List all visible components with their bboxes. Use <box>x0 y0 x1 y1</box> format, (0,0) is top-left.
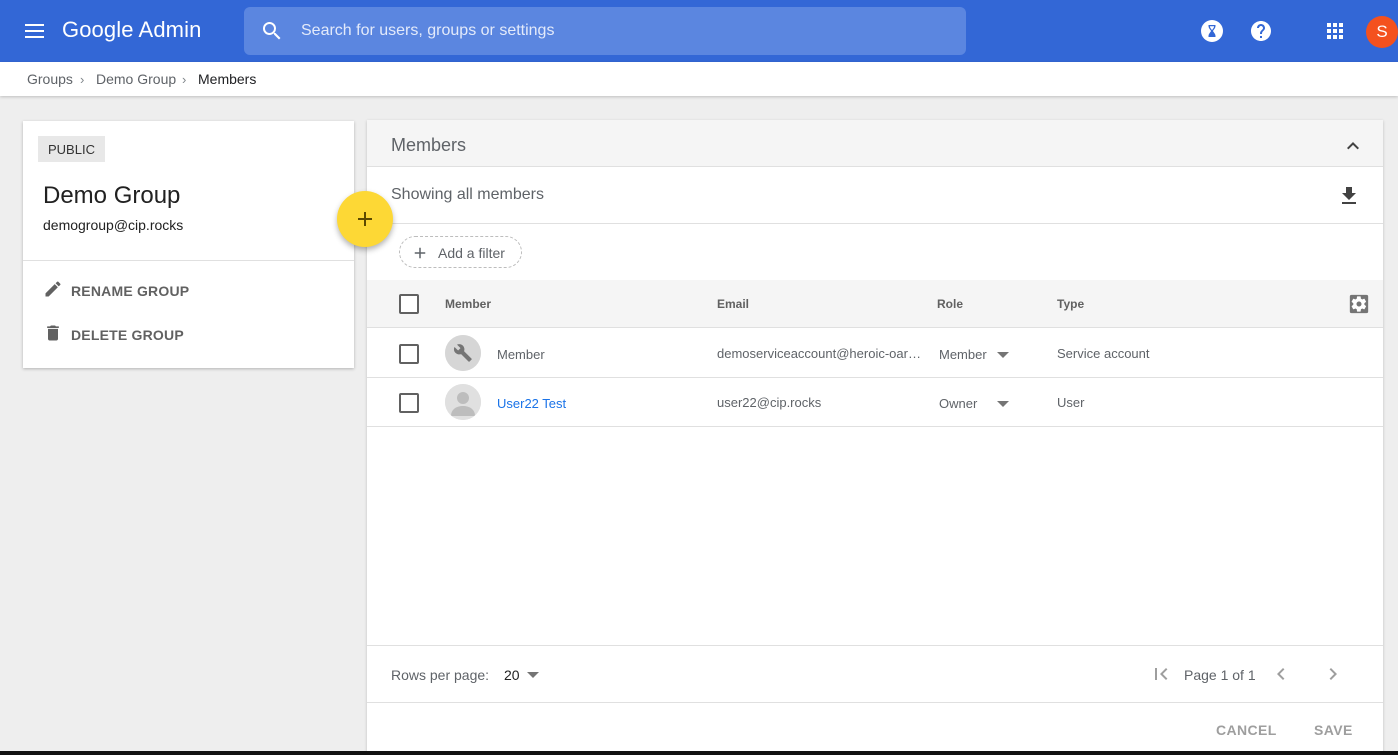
role-dropdown[interactable]: Owner <box>939 390 1011 414</box>
delete-group-label: DELETE GROUP <box>71 327 184 343</box>
dropdown-arrow-icon <box>997 352 1009 358</box>
trash-icon <box>47 325 59 341</box>
breadcrumb-demo-group[interactable]: Demo Group <box>96 71 176 87</box>
first-page-icon[interactable] <box>1149 662 1173 686</box>
table-row[interactable]: User22 Test user22@cip.rocks Owner User <box>367 378 1383 427</box>
cancel-button[interactable]: CANCEL <box>1216 722 1277 738</box>
members-title: Members <box>391 135 467 155</box>
role-value: Member <box>939 347 987 362</box>
members-panel-header: Members <box>367 120 1383 167</box>
table-header: Member Email Role Type <box>367 280 1383 328</box>
members-panel: Members Showing all members Add a filter… <box>367 120 1383 755</box>
add-filter-label: Add a filter <box>438 245 505 261</box>
rows-per-page-value: 20 <box>504 667 520 683</box>
breadcrumb-groups[interactable]: Groups <box>27 71 73 87</box>
member-type: Service account <box>1057 346 1150 361</box>
column-settings-icon[interactable] <box>1349 294 1369 314</box>
hourglass-icon[interactable] <box>1200 19 1224 43</box>
search-icon <box>263 22 281 40</box>
download-icon[interactable] <box>1337 184 1361 208</box>
divider <box>23 260 354 261</box>
wrench-icon <box>445 335 481 371</box>
chevron-right-icon: › <box>80 72 85 87</box>
dropdown-arrow-icon <box>527 672 539 678</box>
group-info-card: PUBLIC Demo Group demogroup@cip.rocks RE… <box>23 121 354 368</box>
add-filter-button[interactable]: Add a filter <box>399 236 522 268</box>
taskbar-strip <box>0 751 1398 755</box>
column-role[interactable]: Role <box>937 297 963 311</box>
pencil-icon <box>45 281 61 297</box>
divider <box>367 223 1383 224</box>
breadcrumb: Groups › Demo Group › Members <box>0 62 1398 96</box>
column-email[interactable]: Email <box>717 297 749 311</box>
chevron-right-icon: › <box>182 72 187 87</box>
next-page-icon[interactable] <box>1321 662 1345 686</box>
divider <box>367 645 1383 646</box>
help-icon[interactable] <box>1249 19 1273 43</box>
chevron-up-icon[interactable] <box>1341 134 1365 158</box>
breadcrumb-members: Members <box>198 71 257 87</box>
search-bar[interactable] <box>244 7 966 55</box>
account-avatar[interactable]: S <box>1366 16 1398 48</box>
top-app-bar: Google Admin S <box>0 0 1398 62</box>
app-logo[interactable]: Google Admin <box>62 17 201 43</box>
group-name: Demo Group <box>43 182 181 209</box>
member-type: User <box>1057 395 1085 410</box>
group-email: demogroup@cip.rocks <box>43 217 184 233</box>
rows-per-page-label: Rows per page: <box>391 667 490 683</box>
save-button[interactable]: SAVE <box>1314 722 1353 738</box>
add-member-button[interactable] <box>337 191 393 247</box>
row-checkbox[interactable] <box>399 344 419 364</box>
divider <box>367 702 1383 703</box>
showing-all-members-text: Showing all members <box>391 186 544 203</box>
column-member[interactable]: Member <box>445 297 491 311</box>
page-info: Page 1 of 1 <box>1184 667 1256 683</box>
row-checkbox[interactable] <box>399 393 419 413</box>
column-type[interactable]: Type <box>1057 297 1084 311</box>
person-icon <box>445 384 481 420</box>
member-email: demoserviceaccount@heroic-oar… <box>717 346 921 361</box>
member-email: user22@cip.rocks <box>717 395 822 410</box>
dropdown-arrow-icon <box>997 401 1009 407</box>
role-value: Owner <box>939 396 978 411</box>
table-row[interactable]: Member demoserviceaccount@heroic-oar… Me… <box>367 329 1383 378</box>
select-all-checkbox[interactable] <box>399 294 419 314</box>
visibility-badge: PUBLIC <box>38 136 105 162</box>
search-input[interactable] <box>301 7 941 55</box>
role-dropdown[interactable]: Member <box>939 341 1011 365</box>
member-name-link[interactable]: User22 Test <box>497 396 566 411</box>
rename-group-label: RENAME GROUP <box>71 283 190 299</box>
main-menu-button[interactable] <box>18 16 50 46</box>
member-name: Member <box>497 347 545 362</box>
plus-icon <box>358 212 372 226</box>
rows-per-page-select[interactable]: 20 <box>504 660 544 688</box>
plus-icon <box>414 247 426 259</box>
previous-page-icon[interactable] <box>1269 662 1293 686</box>
apps-grid-icon[interactable] <box>1323 19 1347 43</box>
